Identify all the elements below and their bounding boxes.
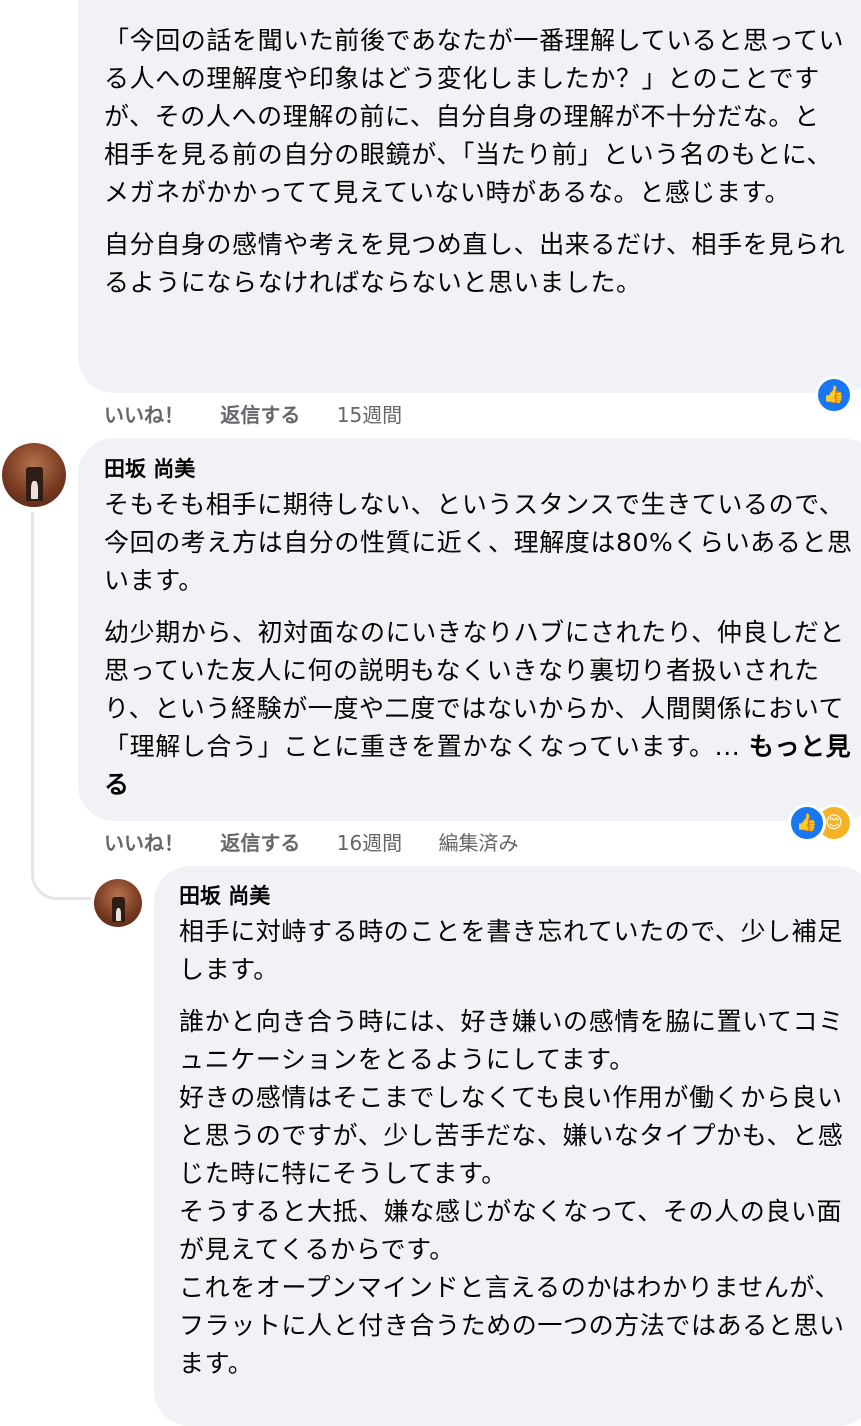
reply-button[interactable]: 返信する xyxy=(220,831,300,855)
comment-actions: いいね！ 返信する 15週間 xyxy=(104,399,432,428)
timestamp[interactable]: 16週間 xyxy=(337,831,402,855)
comment-text: 「今回の話を聞いた前後であなたが一番理解していると思っている人への理解度や印象は… xyxy=(104,26,845,207)
reply-bubble: 田坂 尚美 相手に対峙する時のことを書き忘れていたので、少し補足します。 誰かと… xyxy=(154,866,861,1426)
reply-button[interactable]: 返信する xyxy=(220,403,300,427)
comment-text: 幼少期から、初対面なのにいきなりハブにされたり、仲良しだと思っていた友人に何の説… xyxy=(104,618,852,799)
comment-text: そもそも相手に期待しない、というスタンスで生きているので、今回の考え方は自分の性… xyxy=(104,490,853,595)
author-name[interactable]: 田坂 尚美 xyxy=(179,883,854,909)
like-reaction-icon[interactable]: 👍 xyxy=(815,376,853,414)
like-reaction-icon[interactable]: 👍 xyxy=(788,804,826,842)
author-name[interactable]: 田坂 尚美 xyxy=(104,456,858,482)
comment-bubble: 田坂 尚美 そもそも相手に期待しない、というスタンスで生きているので、今回の考え… xyxy=(78,438,861,821)
avatar[interactable] xyxy=(94,879,142,927)
like-button[interactable]: いいね！ xyxy=(104,831,184,855)
timestamp[interactable]: 15週間 xyxy=(337,403,402,427)
avatar[interactable] xyxy=(2,443,66,507)
comment-actions: いいね！ 返信する 16週間 編集済み xyxy=(104,827,549,856)
comment-text: 誰かと向き合う時には、好き嫌いの感情を脇に置いてコミュニケーションをとるようにし… xyxy=(179,1007,845,1378)
like-button[interactable]: いいね！ xyxy=(104,403,184,427)
comment-text: 相手に対峙する時のことを書き忘れていたので、少し補足します。 xyxy=(179,917,843,984)
comment-bubble: 「今回の話を聞いた前後であなたが一番理解していると思っている人への理解度や印象は… xyxy=(78,0,861,393)
comment-text: 自分自身の感情や考えを見つめ直し、出来るだけ、相手を見られるようにならなければな… xyxy=(104,230,846,297)
edited-label: 編集済み xyxy=(438,831,519,855)
